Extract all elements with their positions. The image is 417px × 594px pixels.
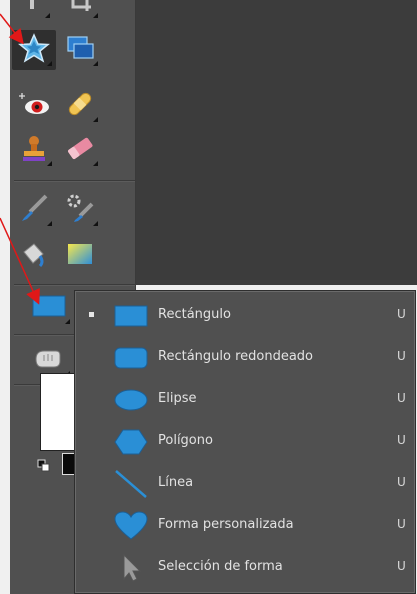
selected-indicator [89, 312, 94, 317]
line-icon [111, 468, 151, 500]
red-eye-tool[interactable] [12, 86, 56, 126]
healing-tool[interactable] [58, 86, 102, 126]
rectangle-shape-icon [31, 292, 67, 324]
shape-tool-star[interactable] [12, 30, 56, 70]
menu-item-polygon[interactable]: Polígono U [75, 421, 415, 463]
clone-stamp-icon [18, 132, 50, 168]
gradient-tool-icon [64, 238, 96, 274]
smart-brush-tool[interactable] [58, 190, 102, 230]
transform-tool[interactable] [58, 30, 102, 70]
menu-item-label: Elipse [158, 391, 197, 406]
custom-shape-heart-icon [111, 510, 151, 542]
transform-tool-icon [64, 32, 96, 68]
rounded-rectangle-icon [111, 342, 151, 374]
hand-tool-icon [32, 343, 66, 377]
shape-selection-arrow-icon [111, 552, 151, 584]
document-canvas-area [136, 0, 417, 285]
shape-tool-menu: Rectángulo U Rectángulo redondeado U Eli… [74, 290, 416, 594]
menu-item-line[interactable]: Línea U [75, 463, 415, 505]
menu-item-shortcut: U [397, 349, 406, 363]
brush-tool[interactable] [12, 190, 56, 230]
red-eye-tool-icon [17, 88, 51, 124]
text-tool[interactable] [10, 0, 54, 22]
paint-bucket-tool[interactable] [12, 236, 56, 276]
menu-item-label: Selección de forma [158, 559, 283, 574]
menu-item-shortcut: U [397, 559, 406, 573]
clone-stamp-tool[interactable] [12, 130, 56, 170]
rectangle-icon [111, 300, 151, 332]
gradient-tool[interactable] [58, 236, 102, 276]
menu-item-rounded-rectangle[interactable]: Rectángulo redondeado U [75, 337, 415, 379]
menu-item-shape-selection[interactable]: Selección de forma U [75, 547, 415, 589]
menu-item-shortcut: U [397, 475, 406, 489]
star-shape-icon [18, 32, 50, 68]
rectangle-shape-tool[interactable] [24, 288, 74, 328]
menu-item-shortcut: U [397, 307, 406, 321]
eraser-icon [64, 132, 96, 168]
brush-tool-icon [18, 192, 50, 228]
default-colors-icon[interactable] [37, 458, 51, 472]
menu-item-label: Línea [158, 475, 194, 490]
menu-item-ellipse[interactable]: Elipse U [75, 379, 415, 421]
paint-bucket-icon [18, 238, 50, 274]
smart-brush-icon [64, 192, 96, 228]
menu-item-label: Rectángulo [158, 307, 231, 322]
polygon-icon [111, 426, 151, 458]
menu-item-label: Polígono [158, 433, 213, 448]
menu-item-shortcut: U [397, 391, 406, 405]
crop-tool[interactable] [58, 0, 102, 22]
menu-item-rectangle[interactable]: Rectángulo U [75, 295, 415, 337]
healing-bandage-icon [64, 88, 96, 124]
eraser-tool[interactable] [58, 130, 102, 170]
menu-item-shortcut: U [397, 433, 406, 447]
menu-item-shortcut: U [397, 517, 406, 531]
text-tool-icon [17, 0, 47, 19]
crop-tool-icon [65, 0, 95, 19]
menu-item-label: Forma personalizada [158, 517, 294, 532]
menu-item-custom-shape[interactable]: Forma personalizada U [75, 505, 415, 547]
ellipse-icon [111, 384, 151, 416]
menu-item-label: Rectángulo redondeado [158, 349, 314, 364]
